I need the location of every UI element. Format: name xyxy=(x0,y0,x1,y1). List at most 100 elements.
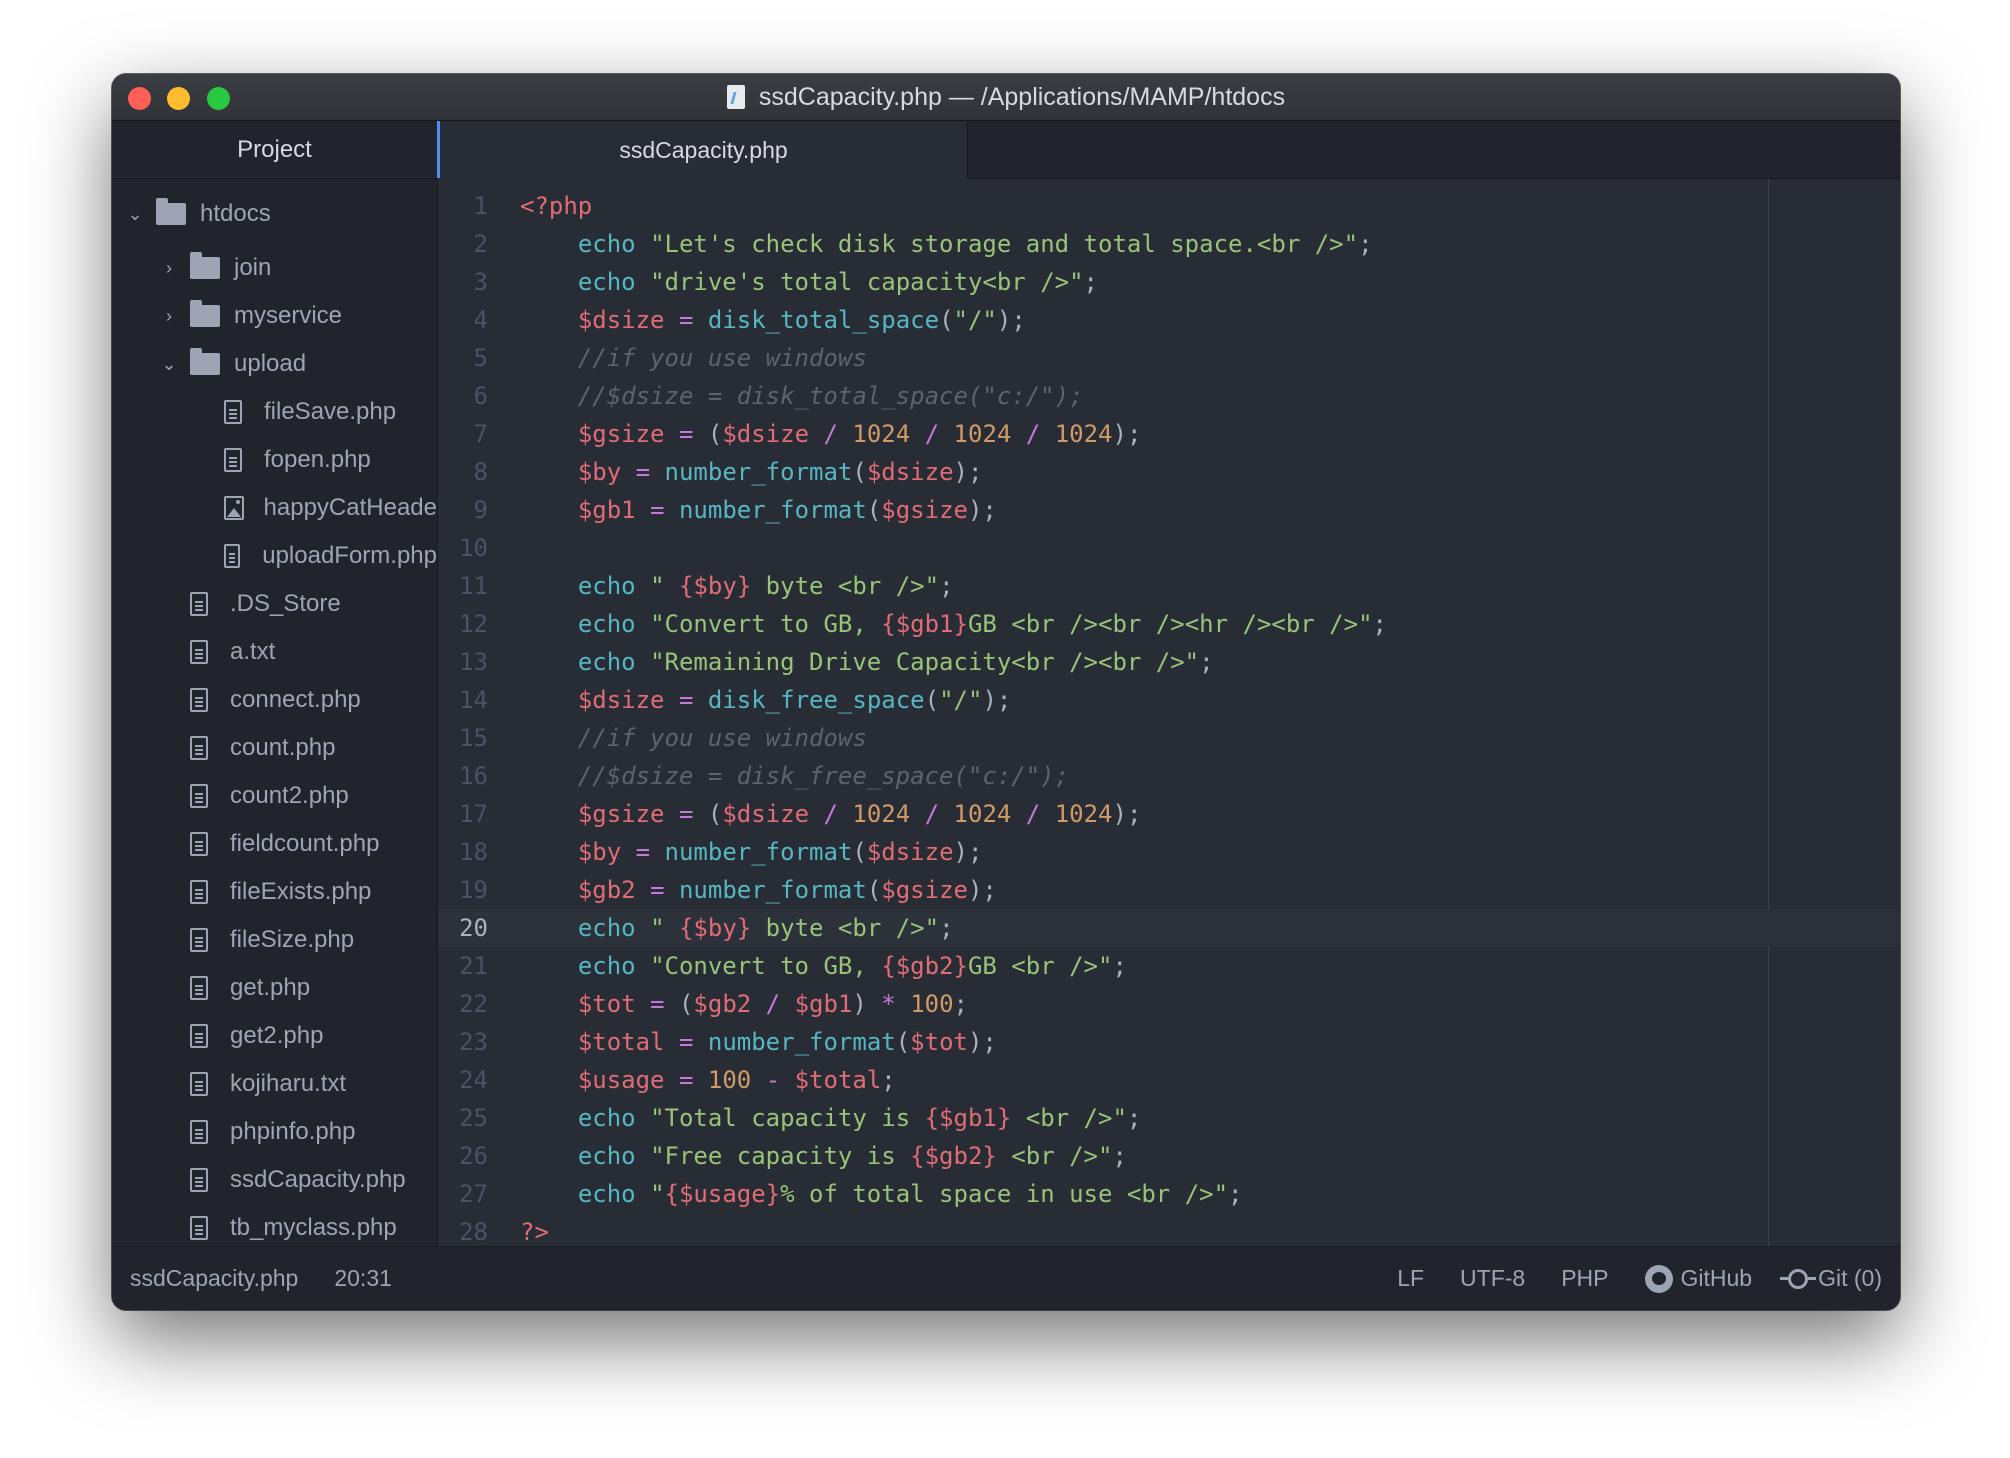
folder-label: myservice xyxy=(234,302,343,329)
file-icon xyxy=(190,736,208,760)
code-line[interactable]: 3 echo "drive's total capacity<br />"; xyxy=(438,263,1900,301)
status-grammar[interactable]: PHP xyxy=(1561,1265,1608,1292)
code-text: $gb1 = number_format($gsize); xyxy=(577,496,997,524)
code-line[interactable]: 4 $dsize = disk_total_space("/"); xyxy=(438,301,1900,339)
tab-bar: ssdCapacity.php xyxy=(440,121,1900,179)
status-cursor-position[interactable]: 20:31 xyxy=(334,1265,392,1292)
code-text: <?php xyxy=(520,192,593,220)
code-text: echo "{$usage}% of total space in use <b… xyxy=(577,1180,1243,1208)
code-line[interactable]: 11 echo " {$by} byte <br />"; xyxy=(438,567,1900,605)
tree-file[interactable]: get2.php xyxy=(112,1012,437,1060)
project-panel-header[interactable]: Project xyxy=(112,121,437,179)
code-line[interactable]: 19 $gb2 = number_format($gsize); xyxy=(438,871,1900,909)
folder-join[interactable]: › join xyxy=(112,244,437,292)
tree-file[interactable]: count.php xyxy=(112,724,437,772)
tree-file[interactable]: uploadForm.php xyxy=(112,532,437,580)
file-label: connect.php xyxy=(230,686,361,713)
tree-file[interactable]: count2.php xyxy=(112,772,437,820)
github-icon xyxy=(1644,1264,1673,1293)
file-label: happyCatHeade xyxy=(263,494,437,521)
folder-myservice[interactable]: › myservice xyxy=(112,292,437,340)
tree-file[interactable]: happyCatHeade xyxy=(112,484,437,532)
code-text: $total = number_format($tot); xyxy=(577,1028,997,1056)
file-label: fileSize.php xyxy=(230,926,355,953)
code-line[interactable]: 6 //$dsize = disk_total_space("c:/"); xyxy=(438,377,1900,415)
tree-file[interactable]: fileExists.php xyxy=(112,868,437,916)
code-line[interactable]: 22 $tot = ($gb2 / $gb1) * 100; xyxy=(438,985,1900,1023)
code-line[interactable]: 13 echo "Remaining Drive Capacity<br /><… xyxy=(438,643,1900,681)
code-line[interactable]: 5 //if you use windows xyxy=(438,339,1900,377)
code-line[interactable]: 26 echo "Free capacity is {$gb2} <br />"… xyxy=(438,1137,1900,1175)
tree-file[interactable]: kojiharu.txt xyxy=(112,1060,437,1108)
tree-file[interactable]: a.txt xyxy=(112,628,437,676)
code-line[interactable]: 15 //if you use windows xyxy=(438,719,1900,757)
file-icon xyxy=(190,688,208,712)
code-text: //if you use windows xyxy=(577,344,867,372)
tree-file[interactable]: .DS_Store xyxy=(112,580,437,628)
file-label: .DS_Store xyxy=(230,590,341,617)
code-text: //if you use windows xyxy=(577,724,867,752)
status-git[interactable]: Git (0) xyxy=(1780,1265,1882,1292)
code-line[interactable]: 16 //$dsize = disk_free_space("c:/"); xyxy=(438,757,1900,795)
code-line[interactable]: 28 ?> xyxy=(438,1213,1900,1246)
folder-icon xyxy=(190,348,220,375)
line-number: 19 xyxy=(459,876,488,904)
code-text: $usage = 100 - $total; xyxy=(577,1066,896,1094)
code-line[interactable]: 23 $total = number_format($tot); xyxy=(438,1023,1900,1061)
file-icon xyxy=(190,928,208,952)
code-text: echo "Free capacity is {$gb2} <br />"; xyxy=(577,1142,1127,1170)
tree-file[interactable]: fieldcount.php xyxy=(112,820,437,868)
status-file-path[interactable]: ssdCapacity.php xyxy=(130,1265,298,1292)
code-line[interactable]: 1 <?php xyxy=(438,187,1900,225)
line-number: 3 xyxy=(473,268,488,296)
code-line[interactable]: 24 $usage = 100 - $total; xyxy=(438,1061,1900,1099)
code-line[interactable]: 8 $by = number_format($dsize); xyxy=(438,453,1900,491)
file-icon xyxy=(224,400,242,424)
tree-file[interactable]: ssdCapacity.php xyxy=(112,1156,437,1204)
status-line-ending[interactable]: LF xyxy=(1397,1265,1424,1292)
file-label: count2.php xyxy=(230,782,349,809)
code-line[interactable]: 10 xyxy=(438,529,1900,567)
tree-file[interactable]: phpinfo.php xyxy=(112,1108,437,1156)
status-encoding[interactable]: UTF-8 xyxy=(1460,1265,1525,1292)
code-line[interactable]: 27 echo "{$usage}% of total space in use… xyxy=(438,1175,1900,1213)
file-icon xyxy=(224,448,242,472)
line-number: 12 xyxy=(459,610,488,638)
tree-file[interactable]: fopen.php xyxy=(112,436,437,484)
line-number: 22 xyxy=(459,990,488,1018)
code-line[interactable]: 2 echo "Let's check disk storage and tot… xyxy=(438,225,1900,263)
tab-ssdcapacity[interactable]: ssdCapacity.php xyxy=(440,121,968,179)
tree-file[interactable]: tb_myclass.php xyxy=(112,1204,437,1246)
window-title-text: ssdCapacity.php — /Applications/MAMP/htd… xyxy=(758,82,1286,111)
code-line[interactable]: 7 $gsize = ($dsize / 1024 / 1024 / 1024)… xyxy=(438,415,1900,453)
line-number: 25 xyxy=(459,1104,488,1132)
status-github[interactable]: GitHub xyxy=(1644,1264,1752,1293)
folder-upload[interactable]: ⌄ upload xyxy=(112,340,437,388)
folder-icon xyxy=(190,252,220,279)
line-number: 21 xyxy=(459,952,488,980)
code-line[interactable]: 14 $dsize = disk_free_space("/"); xyxy=(438,681,1900,719)
code-text: echo "drive's total capacity<br />"; xyxy=(577,268,1098,296)
code-line[interactable]: 18 $by = number_format($dsize); xyxy=(438,833,1900,871)
tree-file[interactable]: fileSave.php xyxy=(112,388,437,436)
line-number: 13 xyxy=(459,648,488,676)
code-editor[interactable]: 1 <?php 2 echo "Let's check disk storage a… xyxy=(438,179,1900,1246)
tree-file[interactable]: get.php xyxy=(112,964,437,1012)
folder-htdocs[interactable]: ⌄ htdocs xyxy=(112,190,437,238)
code-line[interactable]: 17 $gsize = ($dsize / 1024 / 1024 / 1024… xyxy=(438,795,1900,833)
chevron-down-icon: ⌄ xyxy=(127,203,143,224)
image-file-icon xyxy=(224,496,244,520)
file-label: fileSave.php xyxy=(264,398,397,425)
code-line[interactable]: 9 $gb1 = number_format($gsize); xyxy=(438,491,1900,529)
line-number: 15 xyxy=(459,724,488,752)
file-icon xyxy=(190,1168,208,1192)
file-icon xyxy=(190,976,208,1000)
code-line[interactable]: 25 echo "Total capacity is {$gb1} <br />… xyxy=(438,1099,1900,1137)
php-file-icon xyxy=(726,85,745,109)
code-line[interactable]: 20 echo " {$by} byte <br />"; xyxy=(438,909,1900,947)
code-line[interactable]: 12 echo "Convert to GB, {$gb1}GB <br /><… xyxy=(438,605,1900,643)
tree-file[interactable]: fileSize.php xyxy=(112,916,437,964)
line-number: 14 xyxy=(459,686,488,714)
tree-file[interactable]: connect.php xyxy=(112,676,437,724)
code-line[interactable]: 21 echo "Convert to GB, {$gb2}GB <br />"… xyxy=(438,947,1900,985)
